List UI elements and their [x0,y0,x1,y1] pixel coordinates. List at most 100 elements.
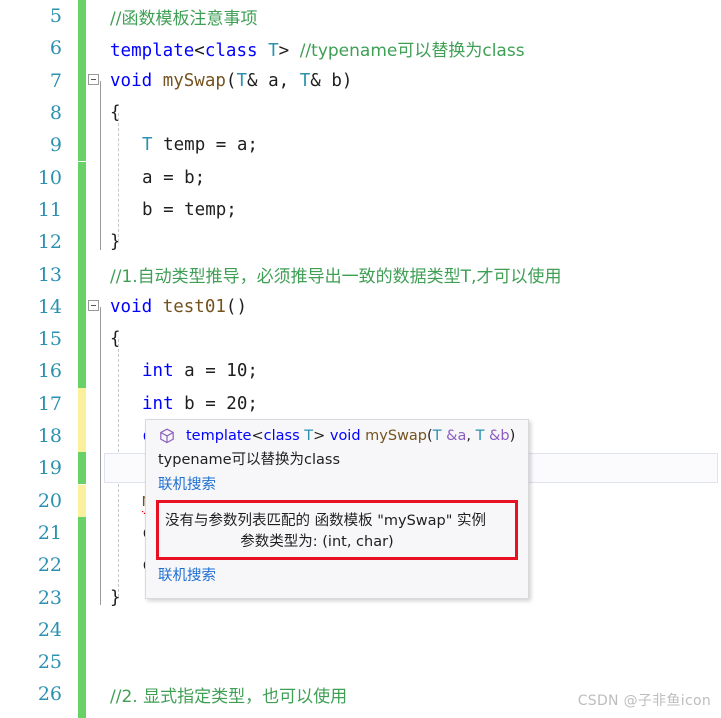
line-number: 8 [49,102,62,125]
sig-p1-type: T [432,428,447,444]
tooltip-description: typename可以替换为class [158,452,341,468]
sig-template-kw: template [186,428,252,444]
line-number: 6 [49,37,62,60]
sig-p2-name: &b [489,428,510,444]
code-text[interactable]: int a = 10; [102,361,721,381]
change-bar [78,96,86,130]
code-line-15[interactable]: 15 { [0,323,721,356]
change-bar [78,32,86,65]
change-bar [78,193,86,227]
sig-comma: , [466,428,476,444]
code-line-7[interactable]: 7 void mySwap(T& a, T& b) [0,64,721,97]
change-bar [78,516,86,550]
change-bar [78,290,86,323]
template-cube-icon [158,427,178,445]
change-bar [78,161,86,194]
code-text[interactable]: template<class T> //typename可以替换为class [102,36,721,61]
error-message-line-1: 没有与参数列表匹配的 函数模板 "mySwap" 实例 [165,513,487,529]
code-line-25[interactable]: 25 [0,646,721,679]
line-number: 10 [37,166,62,189]
code-text[interactable]: a = b; [102,168,721,188]
code-editor-screenshot: 5 //函数模板注意事项 6 template<class T> //typename… [0,0,721,718]
line-number: 17 [37,392,62,415]
tooltip-signature-text: template<class T> void mySwap(T &a, T &b… [186,428,515,444]
code-text[interactable]: b = temp; [102,200,721,220]
code-line-9[interactable]: 9 T temp = a; [0,129,721,162]
tooltip-signature-row: template<class T> void mySwap(T &a, T &b… [156,427,518,445]
change-bar [78,258,86,291]
line-number: 20 [37,489,62,512]
code-text[interactable]: void test01() [102,297,721,317]
code-text[interactable]: int b = 20; [102,394,721,414]
code-text[interactable]: { [102,329,721,349]
change-bar [78,678,86,711]
change-bar [78,0,86,33]
code-line-12[interactable]: 12} [0,226,721,259]
scope-bracket-myswap [100,80,101,251]
quick-info-tooltip: template<class T> void mySwap(T &a, T &b… [145,419,529,599]
sig-class-kw: class [263,428,300,444]
sig-return-type: void [329,428,366,444]
code-line-14[interactable]: 14 void test01() [0,290,721,323]
line-number: 21 [37,521,62,544]
code-line-27[interactable]: 27 [0,710,721,718]
code-line-24[interactable]: 24 [0,613,721,646]
sig-lt: < [251,428,264,444]
change-bar [78,581,86,614]
code-line-17[interactable]: 17 int b = 20; [0,387,721,420]
code-line-6[interactable]: 6 template<class T> //typename可以替换为class [0,32,721,65]
indent-guide-myswap [118,112,119,243]
error-message-line-2: 参数类型为: (int, char) [240,534,394,550]
code-text[interactable]: //函数模板注意事项 [102,4,721,29]
change-bar [78,64,86,97]
line-number: 15 [37,328,62,351]
change-bar [78,646,86,679]
line-number: 24 [37,618,62,641]
line-number: 25 [37,651,62,674]
line-number: 14 [37,295,62,318]
code-text[interactable]: //1.自动类型推导，必须推导出一致的数据类型T,才可以使用 [102,262,721,287]
line-number: 23 [37,586,62,609]
code-line-11[interactable]: 11 b = temp; [0,193,721,227]
code-line-13[interactable]: 13 //1.自动类型推导，必须推导出一致的数据类型T,才可以使用 [0,258,721,291]
change-bar [78,549,86,582]
change-bar [78,710,86,718]
code-editor-surface[interactable]: 5 //函数模板注意事项 6 template<class T> //typename… [0,0,721,718]
code-text[interactable]: T temp = a; [102,135,721,155]
csdn-watermark: CSDN @子非鱼icon [577,693,711,709]
change-bar [78,226,86,259]
change-bar [78,355,86,388]
online-search-link-bottom[interactable]: 联机搜索 [158,564,518,585]
line-number: 22 [37,554,62,577]
change-bar [78,419,86,453]
sig-fn-name: mySwap [365,428,428,444]
online-search-link-top[interactable]: 联机搜索 [158,473,518,494]
code-text[interactable]: } [102,232,721,252]
sig-p1-name: &a [446,428,467,444]
line-number: 5 [49,5,62,28]
sig-gt: > [313,428,330,444]
change-bar [78,452,86,485]
line-number: 16 [37,360,62,383]
line-number: 9 [49,134,62,157]
code-line-8[interactable]: 8{ [0,96,721,130]
sig-close-paren: ) [509,428,516,444]
line-number: 19 [37,457,62,480]
code-text[interactable]: void mySwap(T& a, T& b) [102,71,721,91]
code-text[interactable]: { [102,103,721,123]
line-number: 13 [37,263,62,286]
code-line-5[interactable]: 5 //函数模板注意事项 [0,0,721,33]
tooltip-error-box: 没有与参数列表匹配的 函数模板 "mySwap" 实例 参数类型为: (int,… [156,500,518,560]
change-bar [78,129,86,162]
line-number: 18 [37,425,62,448]
scope-bracket-test01 [100,306,101,606]
code-line-16[interactable]: 16 int a = 10; [0,355,721,388]
code-line-10[interactable]: 10 a = b; [0,161,721,194]
